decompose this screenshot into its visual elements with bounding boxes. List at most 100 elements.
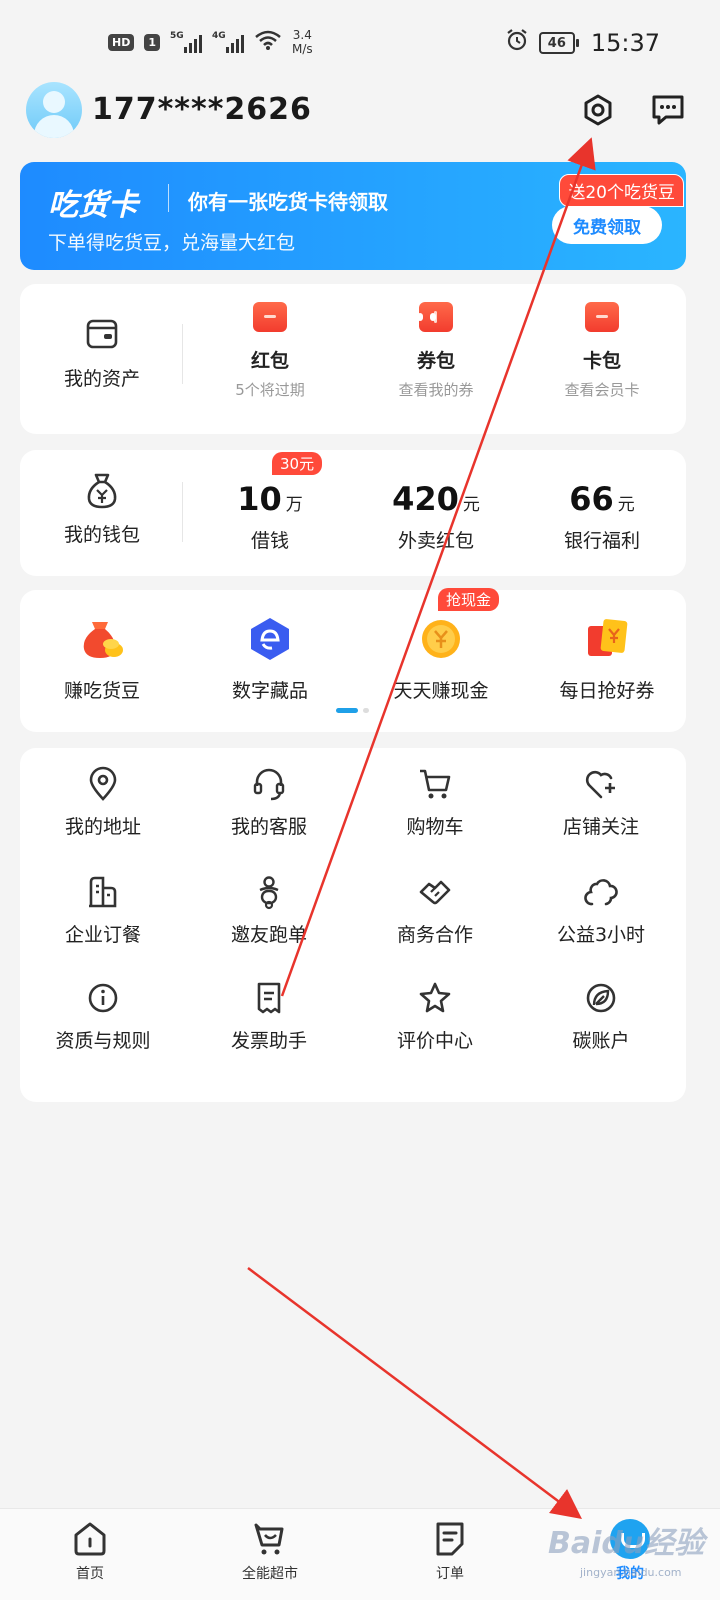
bank-label: 银行福利 <box>563 530 640 552</box>
clock: 15:37 <box>590 29 660 57</box>
profile-header: 177****2626 <box>26 82 694 138</box>
service-business-cooperation[interactable]: 商务合作 <box>352 874 518 947</box>
food-card-banner[interactable]: 吃货卡 你有一张吃货卡待领取 下单得吃货豆，兑海量大红包 送20个吃货豆 免费领… <box>20 162 686 270</box>
avatar[interactable] <box>26 82 82 138</box>
coupon-pack-entry[interactable]: 券包 查看我的券 <box>376 302 496 400</box>
service-label: 评价中心 <box>396 1030 473 1052</box>
earn-beans-label: 赚吃货豆 <box>63 680 140 702</box>
digital-collectibles-entry[interactable]: 数字藏品 <box>210 616 330 703</box>
service-label: 店铺关注 <box>562 816 639 838</box>
my-wallet-entry[interactable]: 我的钱包 <box>42 472 162 547</box>
service-carbon-account[interactable]: 碳账户 <box>518 980 684 1053</box>
banner-divider <box>168 184 169 212</box>
cloud-icon <box>584 879 618 906</box>
grab-cash-tag: 抢现金 <box>438 588 500 611</box>
takeout-unit: 元 <box>462 495 480 515</box>
card-icon <box>585 302 619 332</box>
wallet-card: 我的钱包 10 万 借钱 30元 420 元 外卖红包 66 元 银行福利 <box>20 450 686 576</box>
borrow-label: 借钱 <box>250 530 289 552</box>
borrow-entry[interactable]: 10 万 借钱 <box>210 480 330 553</box>
service-customer-support[interactable]: 我的客服 <box>186 766 352 839</box>
banner-brand: 吃货卡 <box>48 188 138 223</box>
location-icon <box>89 766 117 801</box>
wallet-separator <box>175 482 183 542</box>
coupon-ticket-icon <box>417 302 453 332</box>
speed-value: 3.4 <box>292 28 312 42</box>
service-label: 购物车 <box>406 816 464 838</box>
my-wallet-label: 我的钱包 <box>63 524 140 546</box>
gold-coin-icon <box>422 620 460 658</box>
claim-free-button[interactable]: 免费领取 <box>552 206 662 244</box>
service-my-address[interactable]: 我的地址 <box>20 766 186 839</box>
takeout-redpacket-entry[interactable]: 420 元 外卖红包 <box>376 480 496 553</box>
network-speed: 3.4 M/s <box>292 28 313 56</box>
money-bag-icon <box>87 473 117 509</box>
alarm-icon <box>505 28 529 58</box>
home-icon <box>74 1522 106 1556</box>
nav-supermarket-label: 全能超市 <box>242 1566 298 1582</box>
service-charity[interactable]: 公益3小时 <box>518 874 684 947</box>
card-pack-entry[interactable]: 卡包 查看会员卡 <box>542 302 662 400</box>
service-review-center[interactable]: 评价中心 <box>352 980 518 1053</box>
bank-amount: 66 <box>569 480 614 518</box>
settings-gear-icon[interactable] <box>578 90 618 130</box>
status-right: 46 15:37 <box>505 28 660 58</box>
borrow-tag: 30元 <box>272 452 323 475</box>
daily-coupon-entry[interactable]: 每日抢好券 <box>542 616 672 703</box>
digital-collectible-icon <box>251 618 289 660</box>
service-label: 企业订餐 <box>64 924 141 946</box>
card-pack-sub: 查看会员卡 <box>564 381 640 399</box>
takeout-label: 外卖红包 <box>397 530 474 552</box>
services-card: 我的地址 我的客服 购物车 店铺关注 企业订餐 邀友跑单 商务合作 公益3小时 … <box>20 748 686 1102</box>
takeout-amount: 420 <box>392 480 459 518</box>
star-icon <box>419 982 451 1013</box>
nav-orders[interactable]: 订单 <box>380 1519 520 1583</box>
assets-card: 我的资产 红包 5个将过期 券包 查看我的券 卡包 查看会员卡 <box>20 284 686 434</box>
service-enterprise-dining[interactable]: 企业订餐 <box>20 874 186 947</box>
service-invite-rider[interactable]: 邀友跑单 <box>186 874 352 947</box>
bank-unit: 元 <box>617 495 635 515</box>
service-invoice-assistant[interactable]: 发票助手 <box>186 980 352 1053</box>
red-packet-sub: 5个将过期 <box>235 381 305 399</box>
wifi-icon <box>254 29 282 55</box>
service-label: 我的客服 <box>230 816 307 838</box>
red-packet-icon <box>253 302 287 332</box>
service-label: 公益3小时 <box>556 924 646 946</box>
signal-4g-icon: 4G <box>212 31 244 53</box>
gold-bag-icon <box>83 622 123 658</box>
borrow-amount: 10 <box>237 480 282 518</box>
message-icon[interactable] <box>648 90 688 130</box>
service-qualification-rules[interactable]: 资质与规则 <box>20 980 186 1053</box>
red-packet-entry[interactable]: 红包 5个将过期 <box>210 302 330 400</box>
hd-badge: HD <box>108 33 135 51</box>
baidu-watermark: Baidu经验 <box>548 1526 705 1561</box>
daily-cash-label: 天天赚现金 <box>393 680 489 702</box>
my-assets-entry[interactable]: 我的资产 <box>42 318 162 391</box>
service-label: 资质与规则 <box>55 1030 151 1052</box>
supermarket-basket-icon <box>254 1523 284 1555</box>
service-cart[interactable]: 购物车 <box>352 766 518 839</box>
earn-beans-entry[interactable]: 赚吃货豆 <box>42 616 162 703</box>
building-icon <box>89 876 117 908</box>
user-phone[interactable]: 177****2626 <box>92 92 312 127</box>
service-store-follow[interactable]: 店铺关注 <box>518 766 684 839</box>
battery-indicator: 46 <box>538 32 579 54</box>
status-left: HD 1 5G 4G 3.4 M/s <box>108 28 313 56</box>
nav-supermarket[interactable]: 全能超市 <box>200 1519 340 1583</box>
my-assets-label: 我的资产 <box>63 368 140 390</box>
bank-benefit-entry[interactable]: 66 元 银行福利 <box>542 480 662 553</box>
coupon-pack-sub: 查看我的券 <box>398 381 474 399</box>
gift-tag: 送20个吃货豆 <box>559 174 684 207</box>
coupon-pack-label: 券包 <box>416 350 455 372</box>
assets-separator <box>175 324 183 384</box>
sim-badge: 1 <box>144 33 160 51</box>
heart-plus-icon <box>585 770 615 799</box>
digital-collectibles-label: 数字藏品 <box>231 680 308 702</box>
orders-icon <box>436 1522 464 1556</box>
borrow-unit: 万 <box>285 495 303 515</box>
daily-cash-entry[interactable]: 天天赚现金 <box>376 616 506 703</box>
signal-5g-icon: 5G <box>170 31 202 53</box>
nav-home[interactable]: 首页 <box>20 1519 160 1583</box>
daily-coupon-label: 每日抢好券 <box>559 680 655 702</box>
watermark-url: jingyan.baidu.com <box>580 1566 682 1579</box>
